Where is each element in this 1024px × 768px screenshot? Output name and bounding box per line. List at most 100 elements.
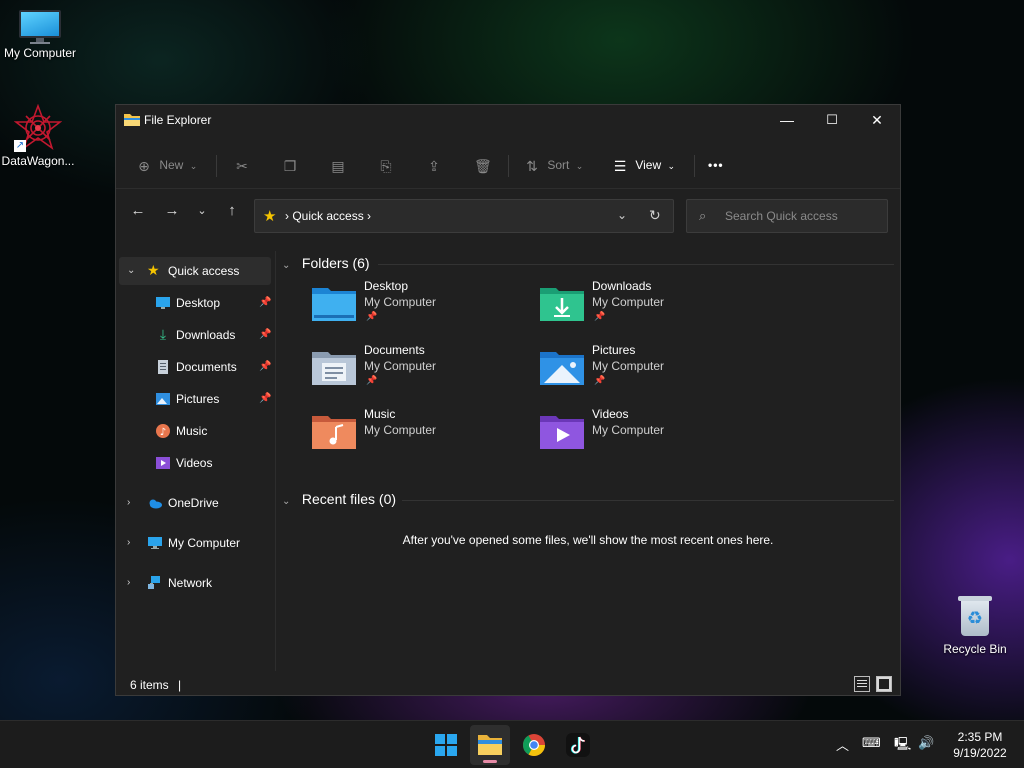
folder-tile-videos[interactable]: Videos My Computer bbox=[540, 407, 760, 463]
minimize-button[interactable]: — bbox=[764, 105, 810, 135]
trash-icon: 🗑 bbox=[474, 157, 492, 174]
details-view-icon bbox=[857, 680, 867, 687]
sidebar-item-music[interactable]: ♪ Music bbox=[119, 417, 271, 445]
taskbar-clock[interactable]: 2:35 PM 9/19/2022 bbox=[940, 729, 1020, 761]
navigation-pane: ⌄ ★ Quick access Desktop 📌 ⤓ Downloads 📌… bbox=[116, 251, 276, 671]
cloud-icon bbox=[149, 499, 162, 509]
taskbar-file-explorer[interactable] bbox=[470, 725, 510, 765]
chevron-down-icon[interactable]: ⌄ bbox=[127, 257, 135, 285]
shortcut-arrow-icon: ↗ bbox=[14, 140, 26, 152]
item-count: 6 items bbox=[130, 678, 169, 692]
rename-icon: ⎘ bbox=[380, 157, 392, 174]
clock-date: 9/19/2022 bbox=[953, 746, 1007, 760]
chevron-right-icon[interactable]: › bbox=[127, 569, 130, 597]
videos-folder-icon bbox=[540, 416, 584, 449]
forward-button[interactable]: → bbox=[160, 199, 184, 223]
folders-header-label: Folders (6) bbox=[301, 255, 370, 271]
sidebar-item-desktop[interactable]: Desktop 📌 bbox=[119, 289, 271, 317]
show-hidden-icons-button[interactable]: ︿ bbox=[836, 735, 849, 754]
recent-locations-button[interactable]: ⌄ bbox=[190, 199, 214, 223]
view-label: View bbox=[635, 158, 662, 172]
sidebar-item-pictures[interactable]: Pictures 📌 bbox=[119, 385, 271, 413]
folder-tile-downloads[interactable]: Downloads My Computer 📌 bbox=[540, 279, 760, 335]
thumbnail-view-button[interactable] bbox=[876, 676, 892, 692]
pin-icon: 📌 bbox=[366, 375, 378, 385]
folder-location: My Computer bbox=[592, 423, 665, 437]
folders-section-header[interactable]: ⌄ Folders (6) bbox=[282, 251, 370, 275]
computer-icon bbox=[148, 537, 162, 549]
pin-icon: 📌 bbox=[594, 311, 606, 321]
desktop-icon-my-computer[interactable]: My Computer bbox=[0, 10, 80, 60]
sidebar-item-documents[interactable]: Documents 📌 bbox=[119, 353, 271, 381]
start-button[interactable] bbox=[426, 725, 466, 765]
sidebar-item-onedrive[interactable]: › OneDrive bbox=[119, 489, 271, 517]
sidebar-item-videos[interactable]: Videos bbox=[119, 449, 271, 477]
status-separator: | bbox=[178, 678, 182, 692]
folder-name: Desktop bbox=[364, 279, 409, 293]
cut-button[interactable]: ✂ bbox=[234, 149, 250, 181]
documents-folder-icon bbox=[312, 352, 356, 385]
desktop-icon-recycle-bin[interactable]: ♻ Recycle Bin bbox=[940, 596, 1010, 656]
folder-location: My Computer bbox=[592, 295, 665, 309]
toolbar-divider bbox=[216, 155, 217, 177]
pin-icon: 📌 bbox=[259, 329, 272, 340]
back-button[interactable]: ← bbox=[126, 199, 150, 223]
folder-tile-desktop[interactable]: Desktop My Computer 📌 bbox=[312, 279, 532, 335]
folder-tile-pictures[interactable]: Pictures My Computer 📌 bbox=[540, 343, 760, 399]
maximize-button[interactable]: ☐ bbox=[809, 105, 855, 135]
refresh-icon[interactable]: ↻ bbox=[649, 207, 661, 224]
address-dropdown-icon[interactable]: ⌄ bbox=[617, 208, 627, 222]
desktop-icon bbox=[156, 297, 170, 309]
keyboard-icon[interactable]: ⌨ bbox=[862, 735, 881, 751]
sidebar-item-label: Network bbox=[168, 576, 213, 590]
folder-location: My Computer bbox=[364, 295, 437, 309]
search-icon: ⌕ bbox=[699, 208, 707, 223]
copy-button[interactable]: ❐ bbox=[282, 149, 298, 181]
recent-files-section-header[interactable]: ⌄ Recent files (0) bbox=[282, 487, 396, 511]
recent-header-label: Recent files (0) bbox=[301, 491, 397, 507]
network-status-icon[interactable]: 🖳 bbox=[894, 735, 911, 757]
share-button[interactable]: ⇪ bbox=[426, 149, 442, 181]
view-button[interactable]: ☰ View ⌄ bbox=[612, 149, 675, 181]
title-bar[interactable]: File Explorer — ☐ ✕ bbox=[116, 105, 900, 135]
folder-name: Downloads bbox=[592, 279, 652, 293]
sidebar-item-quick-access[interactable]: ⌄ ★ Quick access bbox=[119, 257, 271, 285]
details-view-button[interactable] bbox=[854, 676, 870, 692]
sidebar-item-label: Documents bbox=[176, 360, 237, 374]
plus-circle-icon: ⊕ bbox=[138, 157, 150, 174]
folder-tile-music[interactable]: Music My Computer bbox=[312, 407, 532, 463]
chevron-right-icon[interactable]: › bbox=[127, 489, 130, 517]
taskbar-tiktok[interactable] bbox=[558, 725, 598, 765]
rename-button[interactable]: ⎘ bbox=[378, 149, 394, 181]
more-options-button[interactable]: ••• bbox=[708, 149, 724, 181]
sidebar-item-label: OneDrive bbox=[168, 496, 219, 510]
chevron-down-icon: ⌄ bbox=[575, 161, 584, 171]
delete-button[interactable]: 🗑 bbox=[474, 149, 492, 181]
new-button[interactable]: ⊕ New ⌄ bbox=[136, 149, 197, 181]
pin-icon: 📌 bbox=[366, 311, 378, 321]
search-input[interactable] bbox=[725, 208, 883, 224]
status-bar: 6 items | bbox=[116, 675, 900, 695]
folder-location: My Computer bbox=[592, 359, 665, 373]
folder-location: My Computer bbox=[364, 359, 437, 373]
sidebar-item-network[interactable]: › Network bbox=[119, 569, 271, 597]
sidebar-item-my-computer[interactable]: › My Computer bbox=[119, 529, 271, 557]
sort-button[interactable]: ⇅ Sort ⌄ bbox=[524, 149, 583, 181]
paste-button[interactable]: ▤ bbox=[330, 149, 346, 181]
chevron-right-icon[interactable]: › bbox=[127, 529, 130, 557]
close-button[interactable]: ✕ bbox=[854, 105, 900, 135]
svg-text:♪: ♪ bbox=[160, 427, 166, 438]
volume-icon[interactable]: 🔊 bbox=[918, 735, 934, 751]
sidebar-item-label: Pictures bbox=[176, 392, 220, 406]
search-box[interactable]: ⌕ bbox=[686, 199, 888, 233]
address-bar[interactable]: ★ › Quick access › ⌄ ↻ bbox=[254, 199, 674, 233]
breadcrumb[interactable]: › Quick access › bbox=[285, 209, 371, 223]
up-button[interactable]: ↑ bbox=[220, 199, 244, 223]
chevron-down-icon: ⌄ bbox=[282, 260, 291, 271]
videos-icon bbox=[156, 457, 170, 469]
desktop-icon-datawagon[interactable]: ↗ DataWagon... bbox=[0, 103, 78, 168]
sidebar-item-downloads[interactable]: ⤓ Downloads 📌 bbox=[119, 321, 272, 349]
file-explorer-window: File Explorer — ☐ ✕ ⊕ New ⌄ ✂ ❐ ▤ ⎘ ⇪ 🗑 … bbox=[115, 104, 901, 696]
taskbar-chrome[interactable] bbox=[514, 725, 554, 765]
folder-tile-documents[interactable]: Documents My Computer 📌 bbox=[312, 343, 532, 399]
